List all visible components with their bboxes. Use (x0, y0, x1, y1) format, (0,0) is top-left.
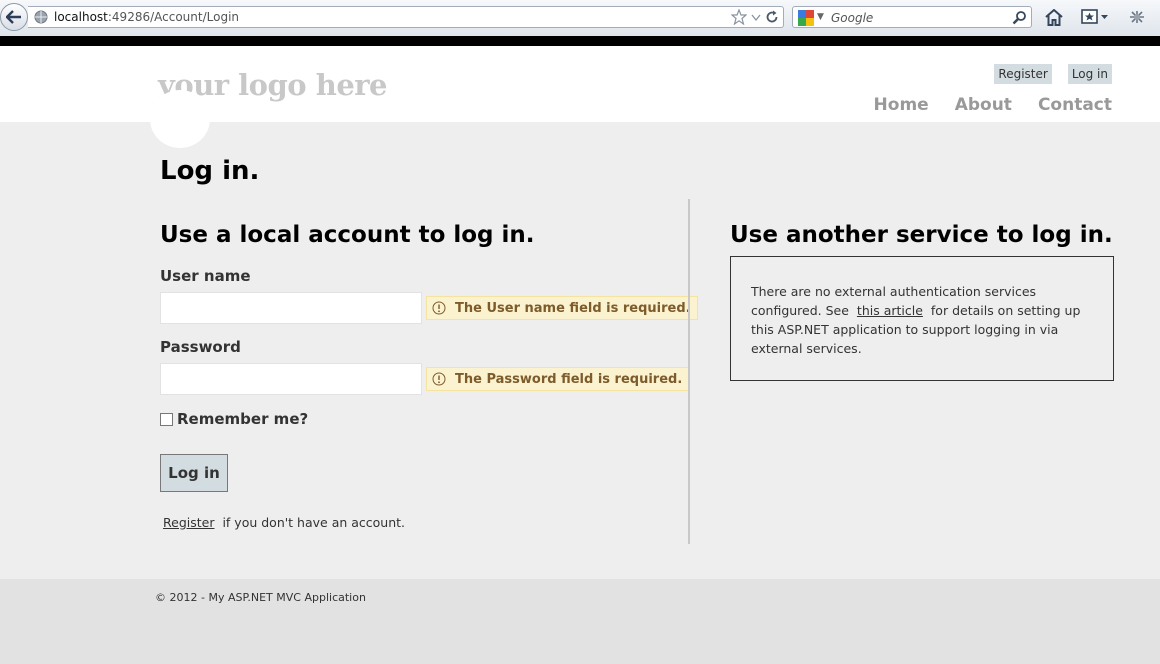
bookmarks-icon[interactable] (1081, 9, 1109, 25)
username-error-text: The User name field is required. (455, 300, 691, 316)
main-nav: Home About Contact (874, 95, 1112, 115)
external-services-message: There are no external authentication ser… (730, 256, 1114, 381)
login-link[interactable]: Log in (1067, 64, 1112, 84)
addon-icon[interactable] (1128, 9, 1146, 25)
remember-me-checkbox[interactable] (160, 412, 173, 426)
globe-icon (34, 10, 48, 24)
register-account-link[interactable]: Register (163, 515, 214, 530)
reload-icon[interactable] (765, 10, 779, 24)
external-service-heading: Use another service to log in. (730, 222, 1113, 248)
nav-home[interactable]: Home (874, 95, 929, 115)
search-engine-dropdown-icon[interactable]: ▼ (817, 12, 824, 22)
local-account-heading: Use a local account to log in. (160, 222, 535, 248)
logo-circle-decoration (150, 90, 210, 148)
google-icon (798, 10, 814, 26)
site-footer: © 2012 - My ASP.NET MVC Application (0, 579, 1160, 664)
search-input[interactable]: Google (831, 11, 873, 25)
warning-icon (432, 301, 446, 315)
main-content: Log in. Use a local account to log in. U… (0, 90, 1160, 579)
bookmark-star-icon[interactable] (731, 9, 747, 25)
username-input[interactable] (160, 292, 422, 324)
home-icon[interactable] (1045, 9, 1063, 26)
remember-me: Remember me? (160, 410, 308, 428)
username-label: User name (160, 267, 251, 285)
magnifier-icon[interactable] (1012, 10, 1027, 25)
password-error: The Password field is required. (426, 367, 690, 391)
window-border (0, 36, 1160, 46)
register-prompt: Register if you don't have an account. (163, 515, 405, 530)
login-button[interactable]: Log in (160, 454, 228, 492)
dropdown-arrow-icon[interactable] (751, 12, 761, 22)
auth-links: Register Log in (994, 64, 1112, 84)
register-link[interactable]: Register (994, 64, 1052, 84)
back-button[interactable] (0, 3, 28, 31)
page-title: Log in. (160, 156, 260, 186)
password-error-text: The Password field is required. (455, 371, 683, 387)
password-input[interactable] (160, 363, 422, 395)
column-divider (688, 199, 690, 544)
browser-toolbar: localhost:49286/Account/Login ▼ Google (0, 0, 1160, 36)
warning-icon (432, 372, 446, 386)
password-label: Password (160, 338, 241, 356)
copyright-text: © 2012 - My ASP.NET MVC Application (155, 591, 366, 604)
arrow-left-icon (6, 10, 21, 24)
url-text: localhost:49286/Account/Login (54, 10, 240, 24)
nav-contact[interactable]: Contact (1038, 95, 1112, 115)
address-bar[interactable]: localhost:49286/Account/Login (28, 6, 784, 28)
register-suffix-text: if you don't have an account. (222, 515, 406, 530)
username-error: The User name field is required. (426, 296, 698, 320)
remember-me-label[interactable]: Remember me? (177, 410, 308, 428)
search-bar[interactable]: ▼ Google (792, 6, 1032, 28)
this-article-link[interactable]: this article (857, 303, 923, 318)
nav-about[interactable]: About (955, 95, 1012, 115)
